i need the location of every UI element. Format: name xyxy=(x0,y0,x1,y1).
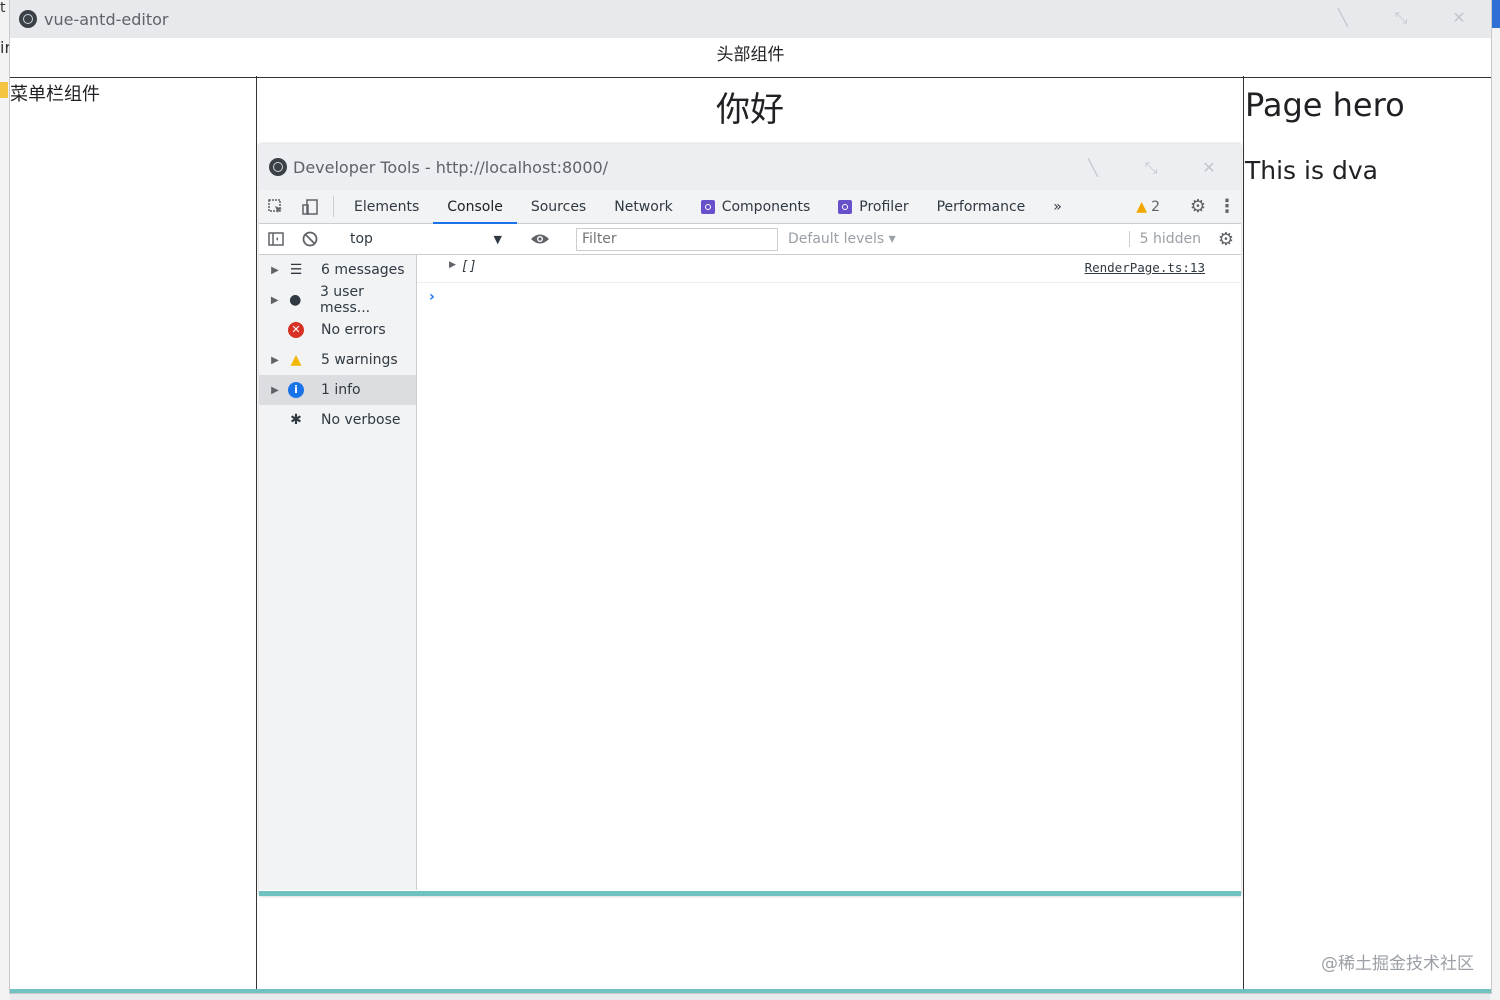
devtools-tabbar: Elements Console Sources Network Compone… xyxy=(259,190,1241,224)
window-bottom-accent xyxy=(10,989,1491,993)
context-value: top xyxy=(350,231,373,247)
warning-icon: ▲ xyxy=(1136,198,1148,215)
tab-label: Sources xyxy=(530,198,587,215)
clear-console-icon[interactable] xyxy=(293,230,327,248)
tab-performance[interactable]: Performance xyxy=(923,190,1040,223)
caret-down-icon: ▼ xyxy=(493,232,502,246)
tab-elements[interactable]: Elements xyxy=(340,190,433,223)
devtools-window: Developer Tools - http://localhost:8000/… xyxy=(259,144,1241,896)
settings-gear-icon[interactable]: ⚙ xyxy=(1183,196,1213,217)
watermark: @稀土掘金技术社区 xyxy=(1321,954,1474,974)
tabbar-right: ▲ 2 ⚙ ⋮ xyxy=(1126,190,1241,223)
background-window-strip-left: t ir xyxy=(0,0,11,1000)
devtools-title: Developer Tools - http://localhost:8000/ xyxy=(293,157,609,177)
sidebar-item-label: No errors xyxy=(321,322,386,338)
inspect-element-icon[interactable] xyxy=(259,190,293,223)
log-value: [] xyxy=(461,259,477,274)
tab-console[interactable]: Console xyxy=(433,190,517,224)
expand-arrow-icon[interactable]: ▶ xyxy=(265,385,285,396)
minimize-icon[interactable]: ╲ xyxy=(1333,8,1353,28)
divider xyxy=(333,196,334,217)
expand-arrow-icon[interactable]: ▶ xyxy=(265,295,285,306)
context-selector[interactable]: top ▼ xyxy=(340,231,510,247)
minimize-icon[interactable]: ╲ xyxy=(1083,158,1103,178)
window-titlebar[interactable]: vue-antd-editor ╲ ⤡ ✕ xyxy=(10,0,1491,38)
background-folder-icon xyxy=(0,82,8,98)
sidebar-item-warnings[interactable]: ▶ ▲ 5 warnings xyxy=(259,345,416,375)
log-source-link[interactable]: RenderPage.ts:13 xyxy=(1085,260,1205,275)
hidden-messages-count: 5 hidden xyxy=(1128,231,1211,247)
sidebar-toggle-icon[interactable] xyxy=(259,230,293,248)
list-icon: ☰ xyxy=(289,262,303,278)
react-icon xyxy=(700,199,715,214)
background-text-fragment: t xyxy=(0,0,6,16)
tab-label: Profiler xyxy=(859,198,909,215)
sidebar-item-label: 6 messages xyxy=(321,262,405,278)
info-icon: i xyxy=(288,382,304,398)
chevron-double-right-icon: » xyxy=(1053,198,1062,215)
tab-sources[interactable]: Sources xyxy=(517,190,600,223)
header-component: 头部组件 xyxy=(10,38,1491,78)
close-icon[interactable]: ✕ xyxy=(1449,8,1469,28)
filter-input[interactable] xyxy=(576,227,778,251)
console-settings-gear-icon[interactable]: ⚙ xyxy=(1211,229,1241,250)
sidebar-item-info[interactable]: ▶ i 1 info xyxy=(259,375,416,405)
tab-label: Network xyxy=(614,198,673,215)
sidebar-item-label: 5 warnings xyxy=(321,352,398,368)
sidebar-item-messages[interactable]: ▶ ☰ 6 messages xyxy=(259,255,416,285)
background-window-strip-right xyxy=(1490,0,1500,1000)
sidebar-item-errors[interactable]: ✕ No errors xyxy=(259,315,416,345)
error-icon: ✕ xyxy=(288,322,304,338)
sidebar-item-verbose[interactable]: ✱ No verbose xyxy=(259,405,416,435)
console-sidebar: ▶ ☰ 6 messages ▶ ● 3 user mess... ✕ No e… xyxy=(259,255,417,890)
page-subtitle: This is dva xyxy=(1245,156,1378,185)
tab-label: Console xyxy=(447,198,503,215)
maximize-icon[interactable]: ⤡ xyxy=(1141,158,1161,178)
window-title: vue-antd-editor xyxy=(44,9,169,29)
sidebar-label: 菜单栏组件 xyxy=(10,84,100,105)
react-icon xyxy=(838,199,853,214)
electron-app-icon xyxy=(269,158,287,176)
expand-arrow-icon[interactable]: ▶ xyxy=(265,355,285,366)
tab-label: Performance xyxy=(936,198,1026,215)
more-tabs-button[interactable]: » xyxy=(1039,190,1076,223)
tab-label: Elements xyxy=(354,198,420,215)
devtools-titlebar[interactable]: Developer Tools - http://localhost:8000/… xyxy=(259,144,1241,190)
warning-icon: ▲ xyxy=(290,352,302,368)
tab-label: Components xyxy=(721,198,811,215)
menu-sidebar-component: 菜单栏组件 xyxy=(10,76,257,993)
log-levels-dropdown[interactable]: Default levels ▾ xyxy=(788,231,896,247)
header-label: 头部组件 xyxy=(716,45,785,65)
sidebar-item-user-messages[interactable]: ▶ ● 3 user mess... xyxy=(259,284,416,316)
tab-profiler[interactable]: Profiler xyxy=(824,190,922,223)
console-toolbar: top ▼ Default levels ▾ 5 hidden ⚙ xyxy=(259,224,1241,255)
window-controls: ╲ ⤡ ✕ xyxy=(1333,8,1469,28)
bug-icon: ✱ xyxy=(290,412,302,428)
tab-components[interactable]: Components xyxy=(687,190,825,223)
maximize-icon[interactable]: ⤡ xyxy=(1391,8,1411,28)
sidebar-item-label: No verbose xyxy=(321,412,401,428)
page-title: Page hero xyxy=(1245,86,1405,124)
warnings-count: 2 xyxy=(1151,198,1160,215)
background-accent xyxy=(1490,0,1500,28)
expand-arrow-icon[interactable]: ▶ xyxy=(449,260,456,270)
greeting-heading: 你好 xyxy=(716,90,784,130)
console-prompt[interactable]: › xyxy=(429,289,435,305)
devtools-bottom-accent xyxy=(259,891,1241,896)
sidebar-item-label: 1 info xyxy=(321,382,361,398)
device-toolbar-icon[interactable] xyxy=(293,190,327,223)
tab-network[interactable]: Network xyxy=(600,190,686,223)
eye-icon[interactable] xyxy=(523,232,557,246)
console-output: ▶ [] RenderPage.ts:13 › xyxy=(417,255,1241,890)
warnings-badge[interactable]: ▲ 2 xyxy=(1126,199,1170,215)
sidebar-item-label: 3 user mess... xyxy=(319,284,371,316)
user-icon: ● xyxy=(289,292,302,308)
devtools-window-controls: ╲ ⤡ ✕ xyxy=(1083,158,1219,178)
more-options-icon[interactable]: ⋮ xyxy=(1213,196,1241,217)
right-panel: Page hero This is dva xyxy=(1245,76,1491,993)
electron-app-icon xyxy=(19,10,37,28)
close-icon[interactable]: ✕ xyxy=(1199,158,1219,178)
console-log-row[interactable]: ▶ [] RenderPage.ts:13 xyxy=(417,255,1241,283)
expand-arrow-icon[interactable]: ▶ xyxy=(265,265,285,276)
